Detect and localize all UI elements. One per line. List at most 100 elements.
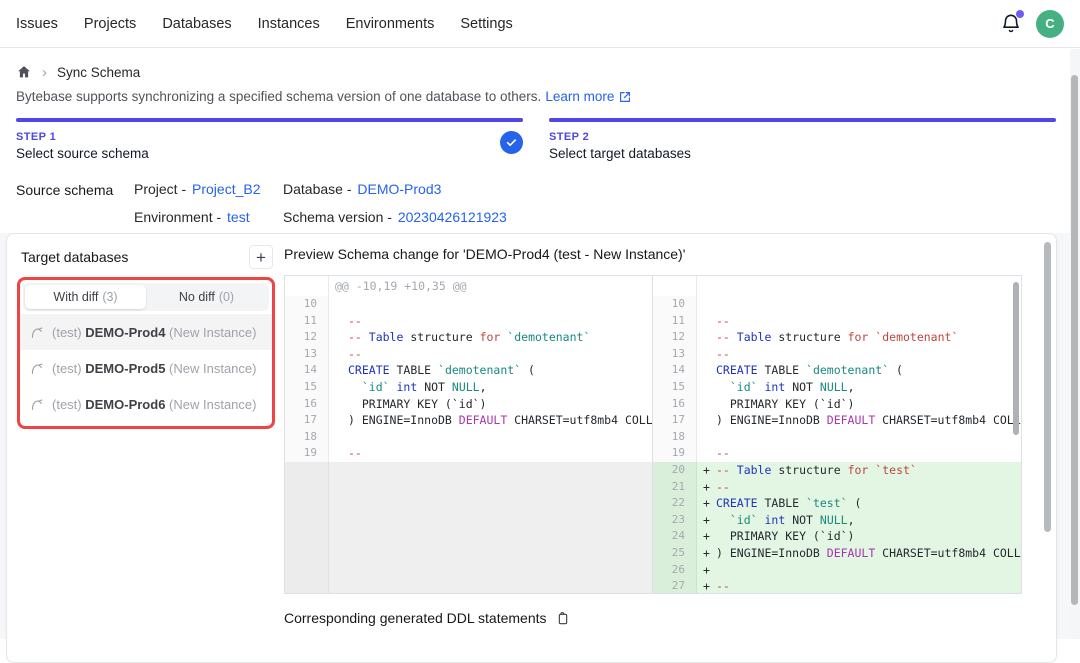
notification-dot (1016, 10, 1024, 18)
copy-icon[interactable] (555, 610, 571, 626)
db-env: (test) (52, 361, 82, 376)
diff-line: 23+ `id` int NOT NULL, (653, 512, 1021, 529)
home-icon[interactable] (16, 64, 32, 80)
panel-scrollbar-thumb[interactable] (1044, 242, 1051, 532)
diff-line: 13-- (653, 346, 1021, 363)
db-name: DEMO-Prod5 (85, 361, 165, 376)
db-suffix: (New Instance) (169, 325, 256, 340)
diff-line: 13-- (285, 346, 652, 363)
step-2-title: Select target databases (549, 146, 1056, 161)
diff-line: 27+-- (653, 578, 1021, 593)
db-suffix: (New Instance) (169, 361, 256, 376)
diff-line: 21+-- (653, 479, 1021, 496)
step-1: STEP 1 Select source schema (16, 118, 523, 161)
nav-item-instances[interactable]: Instances (258, 16, 320, 32)
nav-item-environments[interactable]: Environments (346, 16, 435, 32)
diff-line: 12-- Table structure for `demotenant` (285, 329, 652, 346)
diff-line: 12-- Table structure for `demotenant` (653, 329, 1021, 346)
diff-line: 19-- (653, 445, 1021, 462)
source-environment-field: Environment - test (134, 209, 283, 225)
schema-diff-viewer: @@ -10,19 +10,35 @@ 1011--12-- Table str… (284, 275, 1022, 594)
diff-pane-old: @@ -10,19 +10,35 @@ 1011--12-- Table str… (285, 276, 653, 593)
source-schema-label: Source schema (16, 181, 134, 225)
diff-line: 11-- (653, 313, 1021, 330)
diff-empty-filler (285, 462, 652, 593)
breadcrumb: › Sync Schema (16, 64, 1064, 80)
diff-line: 19-- (285, 445, 652, 462)
user-avatar[interactable]: C (1036, 10, 1064, 38)
notification-bell-icon[interactable] (1000, 13, 1022, 35)
tab-with-diff[interactable]: With diff (3) (25, 285, 146, 309)
diff-hunk-header-right (653, 276, 1021, 296)
database-item-demo-prod4[interactable]: (test) DEMO-Prod4 (New Instance) (20, 314, 272, 350)
diff-pane-new: 1011--12-- Table structure for `demotena… (653, 276, 1021, 593)
diff-line: 18 (285, 429, 652, 446)
tab-no-diff-count: (0) (219, 290, 234, 304)
nav-item-projects[interactable]: Projects (84, 16, 136, 32)
step-1-label: STEP 1 (16, 131, 523, 143)
diff-line: 10 (653, 296, 1021, 313)
target-databases-box: With diff (3) No diff (0) (test) DEMO-Pr… (17, 277, 275, 429)
database-item-demo-prod5[interactable]: (test) DEMO-Prod5 (New Instance) (20, 350, 272, 386)
diff-line: 25+) ENGINE=InnoDB DEFAULT CHARSET=utf8m… (653, 545, 1021, 562)
stepper: STEP 1 Select source schema STEP 2 Selec… (0, 104, 1080, 161)
diff-line: 17) ENGINE=InnoDB DEFAULT CHARSET=utf8mb… (653, 412, 1021, 429)
tab-with-diff-label: With diff (53, 290, 98, 304)
preview-title: Preview Schema change for 'DEMO-Prod4 (t… (284, 246, 1022, 262)
ddl-statements-title: Corresponding generated DDL statements (284, 610, 547, 626)
target-databases-title: Target databases (21, 249, 128, 265)
schema-version-link[interactable]: 20230426121923 (398, 209, 507, 225)
description-text: Bytebase supports synchronizing a specif… (16, 89, 541, 104)
diff-line: 14CREATE TABLE `demotenant` ( (653, 362, 1021, 379)
schema-version-label: Schema version - (283, 209, 392, 225)
diff-line: 20+-- Table structure for `test` (653, 462, 1021, 479)
diff-line: 15 `id` int NOT NULL, (285, 379, 652, 396)
target-databases-panel: Target databases + With diff (3) No diff… (17, 244, 275, 429)
nav-item-databases[interactable]: Databases (162, 16, 231, 32)
diff-line: 24+ PRIMARY KEY (`id`) (653, 528, 1021, 545)
tab-no-diff-label: No diff (179, 290, 215, 304)
nav-item-issues[interactable]: Issues (16, 16, 58, 32)
database-label: Database - (283, 181, 351, 197)
diff-line: 26+ (653, 562, 1021, 579)
database-link[interactable]: DEMO-Prod3 (357, 181, 441, 197)
nav-item-settings[interactable]: Settings (460, 16, 512, 32)
diff-line: 22+CREATE TABLE `test` ( (653, 495, 1021, 512)
diff-line: 16 PRIMARY KEY (`id`) (653, 396, 1021, 413)
diff-line: 16 PRIMARY KEY (`id`) (285, 396, 652, 413)
page-description: Bytebase supports synchronizing a specif… (16, 89, 1064, 104)
mysql-icon (30, 325, 45, 340)
diff-tabs: With diff (3) No diff (0) (23, 283, 269, 311)
diff-line: 17) ENGINE=InnoDB DEFAULT CHARSET=utf8mb… (285, 412, 652, 429)
source-schema-section: Source schema Project - Project_B2 Datab… (0, 161, 1080, 225)
project-link[interactable]: Project_B2 (192, 181, 260, 197)
diff-scrollbar-thumb[interactable] (1013, 282, 1019, 435)
tab-no-diff[interactable]: No diff (0) (146, 285, 267, 309)
page-scrollbar-thumb[interactable] (1071, 75, 1078, 605)
source-version-field: Schema version - 20230426121923 (283, 209, 507, 225)
external-link-icon (618, 90, 632, 104)
db-env: (test) (52, 397, 82, 412)
step-2: STEP 2 Select target databases (549, 118, 1056, 161)
tab-with-diff-count: (3) (102, 290, 117, 304)
add-target-database-button[interactable]: + (249, 245, 273, 269)
breadcrumb-separator-icon: › (42, 65, 47, 80)
source-database-field: Database - DEMO-Prod3 (283, 181, 507, 197)
step-1-check-icon (500, 131, 523, 154)
step-2-label: STEP 2 (549, 131, 1056, 143)
source-project-field: Project - Project_B2 (134, 181, 283, 197)
mysql-icon (30, 361, 45, 376)
diff-line: 10 (285, 296, 652, 313)
diff-line: 11-- (285, 313, 652, 330)
diff-line: 15 `id` int NOT NULL, (653, 379, 1021, 396)
database-item-demo-prod6[interactable]: (test) DEMO-Prod6 (New Instance) (20, 386, 272, 422)
step-1-title: Select source schema (16, 146, 523, 161)
db-name: DEMO-Prod4 (85, 325, 165, 340)
step-1-bar (16, 118, 523, 122)
mysql-icon (30, 397, 45, 412)
main-panel: Target databases + With diff (3) No diff… (6, 233, 1057, 663)
top-nav: Issues Projects Databases Instances Envi… (0, 0, 1080, 48)
diff-line: 14CREATE TABLE `demotenant` ( (285, 362, 652, 379)
environment-link[interactable]: test (227, 209, 250, 225)
learn-more-link[interactable]: Learn more (545, 89, 614, 104)
